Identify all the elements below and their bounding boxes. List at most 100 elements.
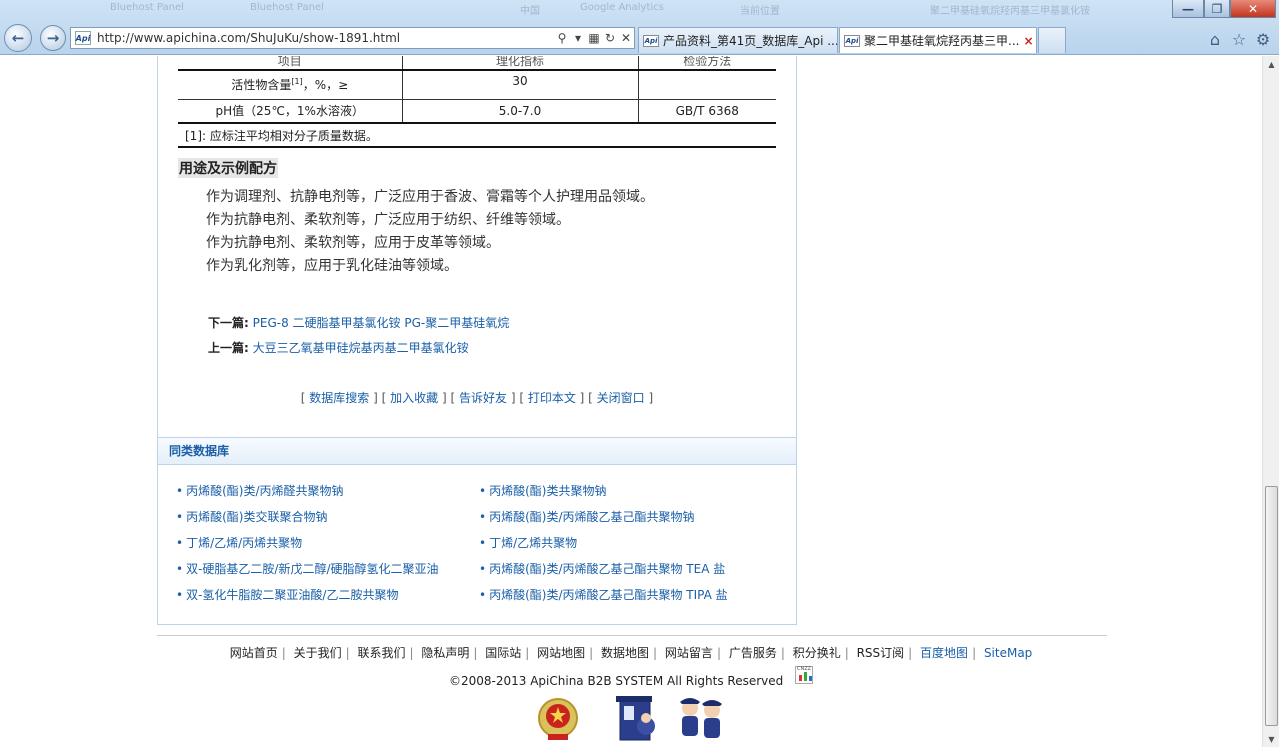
spec-cell-item: 活性物含量[1]，%，≥ bbox=[178, 70, 403, 100]
list-item[interactable]: • 丙烯酸(酯)类/丙烯醛共聚物钠 bbox=[176, 478, 439, 504]
spec-cell-method: GB/T 6368 bbox=[637, 99, 776, 124]
ghost-tab bbox=[4, 2, 54, 18]
site-favicon-icon: Api bbox=[643, 34, 659, 47]
footer-link[interactable]: 国际站 bbox=[485, 646, 521, 660]
close-window-button[interactable]: ✕ bbox=[1230, 0, 1276, 18]
tab-title: 产品资料_第41页_数据库_Api ... bbox=[663, 34, 838, 48]
site-favicon-icon: Api bbox=[844, 34, 860, 47]
footer-link[interactable]: 广告服务 bbox=[729, 646, 777, 660]
scroll-up-icon[interactable]: ▲ bbox=[1263, 56, 1279, 72]
close-window-link[interactable]: 关闭窗口 bbox=[597, 391, 645, 405]
spec-cell-value: 30 bbox=[401, 70, 639, 100]
new-tab-button[interactable] bbox=[1038, 27, 1066, 53]
similar-left-list: • 丙烯酸(酯)类/丙烯醛共聚物钠 • 丙烯酸(酯)类交联聚合物钠 • 丁烯/乙烯/丙… bbox=[176, 478, 439, 608]
footer-divider bbox=[157, 635, 1107, 636]
list-item[interactable]: • 丁烯/乙烯/丙烯共聚物 bbox=[176, 530, 439, 556]
scroll-down-icon[interactable]: ▼ bbox=[1263, 731, 1279, 747]
footer-link[interactable]: 网站地图 bbox=[537, 646, 585, 660]
print-link[interactable]: 打印本文 bbox=[528, 391, 576, 405]
list-item[interactable]: • 丙烯酸(酯)类/丙烯酸乙基己酯共聚物 TIPA 盐 bbox=[479, 582, 728, 608]
spec-header-item: 项目 bbox=[178, 56, 403, 71]
ghost-tab: 中国 bbox=[520, 6, 540, 17]
page-content: 项目 理化指标 检验方法 活性物含量[1]，%，≥ 30 pH值（25℃，1%水… bbox=[0, 56, 1262, 747]
footer-link[interactable]: 联系我们 bbox=[357, 646, 405, 660]
footer-link[interactable]: 积分换礼 bbox=[793, 646, 841, 660]
spec-table: 项目 理化指标 检验方法 活性物含量[1]，%，≥ 30 pH值（25℃，1%水… bbox=[178, 56, 776, 124]
footer-link[interactable]: 关于我们 bbox=[294, 646, 342, 660]
baidu-map-link[interactable]: 百度地图 bbox=[920, 646, 968, 660]
spec-cell-method bbox=[637, 70, 776, 100]
list-item[interactable]: • 丁烯/乙烯共聚物 bbox=[479, 530, 728, 556]
national-emblem-icon bbox=[538, 698, 578, 740]
footer-link[interactable]: 数据地图 bbox=[601, 646, 649, 660]
next-article-link[interactable]: PEG-8 二硬脂基甲基氯化铵 PG-聚二甲基硅氧烷 bbox=[253, 316, 510, 330]
cnzz-stats-icon[interactable]: CNZZ bbox=[795, 666, 813, 684]
footer-link[interactable]: 隐私声明 bbox=[421, 646, 469, 660]
forward-button[interactable]: → bbox=[40, 25, 66, 51]
stop-icon[interactable]: ✕ bbox=[618, 31, 634, 45]
similar-right-list: • 丙烯酸(酯)类共聚物钠 • 丙烯酸(酯)类/丙烯酸乙基己酯共聚物钠 • 丁烯/乙烯… bbox=[479, 478, 728, 608]
maximize-button[interactable]: ❐ bbox=[1204, 0, 1230, 18]
police-booth-icon bbox=[616, 696, 655, 741]
add-favorite-link[interactable]: 加入收藏 bbox=[390, 391, 438, 405]
next-article: 下一篇: PEG-8 二硬脂基甲基氯化铵 PG-聚二甲基硅氧烷 bbox=[208, 314, 509, 331]
address-bar[interactable]: Api http://www.apichina.com/ShuJuKu/show… bbox=[70, 27, 635, 49]
list-item[interactable]: • 双-硬脂基乙二胺/新戊二醇/硬脂醇氢化二聚亚油 bbox=[176, 556, 439, 582]
list-item[interactable]: • 丙烯酸(酯)类交联聚合物钠 bbox=[176, 504, 439, 530]
arrow-left-icon: ← bbox=[11, 29, 25, 47]
similar-database-box: 同类数据库 • 丙烯酸(酯)类/丙烯醛共聚物钠 • 丙烯酸(酯)类交联聚合物钠 • 丁… bbox=[157, 437, 797, 625]
close-tab-icon[interactable]: × bbox=[1023, 34, 1033, 48]
footer-link[interactable]: 网站首页 bbox=[230, 646, 278, 660]
article-panel: 项目 理化指标 检验方法 活性物含量[1]，%，≥ 30 pH值（25℃，1%水… bbox=[157, 56, 797, 489]
site-favicon-icon: Api bbox=[75, 31, 91, 45]
usage-line: 作为乳化剂等，应用于乳化硅油等领域。 bbox=[206, 258, 458, 274]
list-item[interactable]: • 丙烯酸(酯)类共聚物钠 bbox=[479, 478, 728, 504]
next-label: 下一篇: bbox=[208, 316, 249, 330]
minimize-button[interactable]: — bbox=[1172, 0, 1204, 18]
spec-cell-value: 5.0-7.0 bbox=[401, 99, 639, 124]
footer-nav: 网站首页 | 关于我们 | 联系我们 | 隐私声明 | 国际站 | 网站地图 | 数据地图 |… bbox=[229, 646, 1033, 660]
prev-label: 上一篇: bbox=[208, 341, 249, 355]
usage-line: 作为抗静电剂、柔软剂等，广泛应用于纺织、纤维等领域。 bbox=[206, 212, 570, 228]
sitemap-link[interactable]: SiteMap bbox=[984, 646, 1032, 660]
prev-article-link[interactable]: 大豆三乙氧基甲硅烷基丙基二甲基氯化铵 bbox=[253, 341, 469, 355]
tab-current-page[interactable]: Api 聚二甲基硅氧烷羟丙基三甲... × bbox=[839, 27, 1037, 53]
search-icon[interactable]: ⚲ bbox=[554, 31, 570, 45]
prev-article: 上一篇: 大豆三乙氧基甲硅烷基丙基二甲基氯化铵 bbox=[208, 339, 469, 356]
refresh-icon[interactable]: ↻ bbox=[602, 31, 618, 45]
copyright: ©2008-2013 ApiChina B2B SYSTEM All Right… bbox=[449, 674, 784, 688]
db-search-link[interactable]: 数据库搜索 bbox=[309, 391, 369, 405]
spec-header-index: 理化指标 bbox=[401, 56, 639, 71]
settings-gear-icon[interactable]: ⚙ bbox=[1253, 29, 1273, 49]
list-item[interactable]: • 丙烯酸(酯)类/丙烯酸乙基己酯共聚物 TEA 盐 bbox=[479, 556, 728, 582]
compat-view-icon[interactable]: ▦ bbox=[586, 31, 602, 45]
usage-line: 作为调理剂、抗静电剂等，广泛应用于香波、膏霜等个人护理用品领域。 bbox=[206, 189, 654, 205]
home-icon[interactable]: ⌂ bbox=[1205, 29, 1225, 49]
similar-title: 同类数据库 bbox=[158, 438, 796, 465]
list-item[interactable]: • 丙烯酸(酯)类/丙烯酸乙基己酯共聚物钠 bbox=[479, 504, 728, 530]
article-actions: [ 数据库搜索 ] [ 加入收藏 ] [ 告诉好友 ] [ 打印本文 ] [ 关… bbox=[300, 391, 654, 405]
tab-product-data[interactable]: Api 产品资料_第41页_数据库_Api ... bbox=[638, 27, 838, 53]
ghost-tab: 聚二甲基硅氧烷羟丙基三甲基氯化铵 bbox=[930, 6, 1090, 17]
list-item[interactable]: • 双-氢化牛脂胺二聚亚油酸/乙二胺共聚物 bbox=[176, 582, 439, 608]
address-url[interactable]: http://www.apichina.com/ShuJuKu/show-189… bbox=[97, 31, 554, 45]
spec-cell-item: pH值（25℃，1%水溶液） bbox=[178, 99, 403, 124]
ghost-tab: Google Analytics bbox=[580, 2, 664, 13]
dropdown-icon[interactable]: ▾ bbox=[570, 31, 586, 45]
scrollbar-thumb[interactable] bbox=[1265, 486, 1278, 726]
police-officers-icon bbox=[680, 698, 722, 738]
arrow-right-icon: → bbox=[46, 29, 60, 47]
footer-link[interactable]: 网站留言 bbox=[665, 646, 713, 660]
vertical-scrollbar[interactable]: ▲ ▼ bbox=[1262, 56, 1279, 747]
ghost-tab: Bluehost Panel bbox=[110, 2, 184, 13]
browser-chrome: Bluehost Panel Bluehost Panel 中国 Google … bbox=[0, 0, 1279, 55]
ghost-tab: 当前位置 bbox=[740, 6, 780, 17]
back-button[interactable]: ← bbox=[4, 24, 32, 52]
tab-title: 聚二甲基硅氧烷羟丙基三甲... bbox=[864, 34, 1020, 48]
tell-friend-link[interactable]: 告诉好友 bbox=[459, 391, 507, 405]
spec-footnote: [1]: 应标注平均相对分子质量数据。 bbox=[178, 128, 776, 148]
ghost-tab: Bluehost Panel bbox=[250, 2, 324, 13]
favorites-star-icon[interactable]: ☆ bbox=[1229, 29, 1249, 49]
usage-line: 作为抗静电剂、柔软剂等，应用于皮革等领域。 bbox=[206, 235, 500, 251]
footer-link[interactable]: RSS订阅 bbox=[857, 646, 905, 660]
